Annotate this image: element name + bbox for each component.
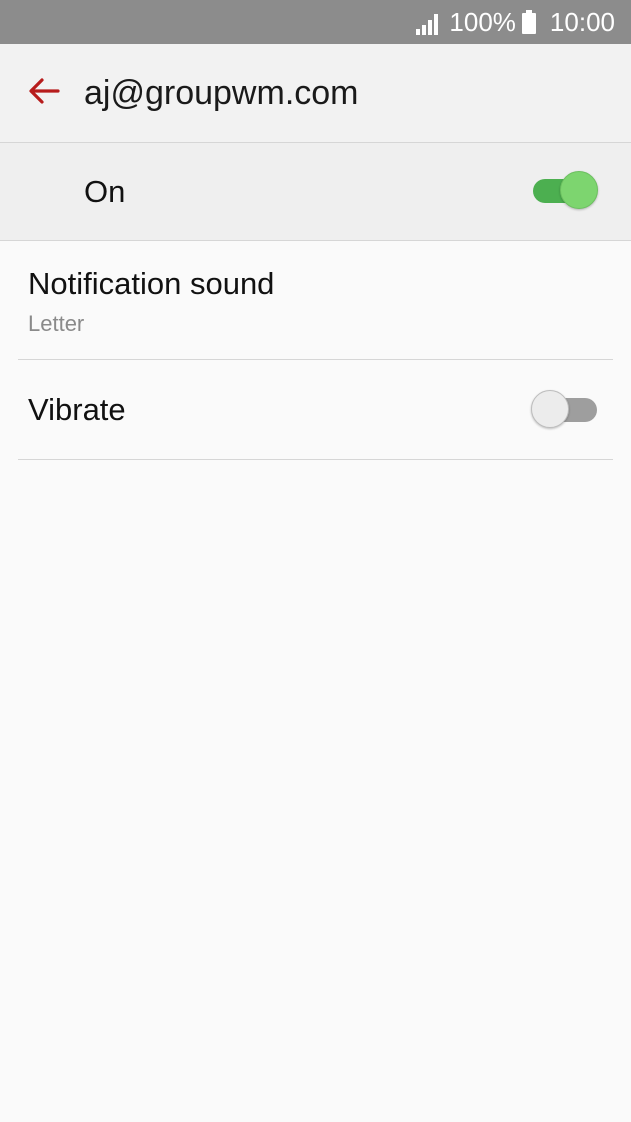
email-notification-settings-screen: 100% 10:00 aj@groupwm.com On Notificatio… (0, 0, 631, 1122)
vibrate-title: Vibrate (28, 392, 126, 427)
page-title: aj@groupwm.com (84, 73, 359, 112)
vibrate-toggle[interactable] (531, 390, 601, 430)
notification-sound-title: Notification sound (28, 266, 275, 301)
master-toggle-thumb (560, 171, 598, 209)
signal-icon (415, 11, 441, 35)
battery-icon (521, 10, 536, 34)
master-toggle[interactable] (531, 171, 601, 211)
app-header: aj@groupwm.com (0, 44, 631, 143)
vibrate-row[interactable]: Vibrate (18, 360, 613, 460)
master-switch-label: On (84, 173, 126, 209)
status-bar: 100% 10:00 (0, 0, 631, 44)
notification-sound-value: Letter (28, 311, 85, 336)
back-arrow-icon (28, 77, 60, 109)
status-time: 10:00 (549, 6, 615, 37)
vibrate-toggle-thumb (531, 390, 569, 428)
master-switch-row[interactable]: On (0, 143, 631, 241)
battery-percentage: 100% (449, 6, 516, 37)
back-button[interactable] (24, 73, 64, 113)
notification-sound-row[interactable]: Notification sound Letter (18, 241, 613, 360)
